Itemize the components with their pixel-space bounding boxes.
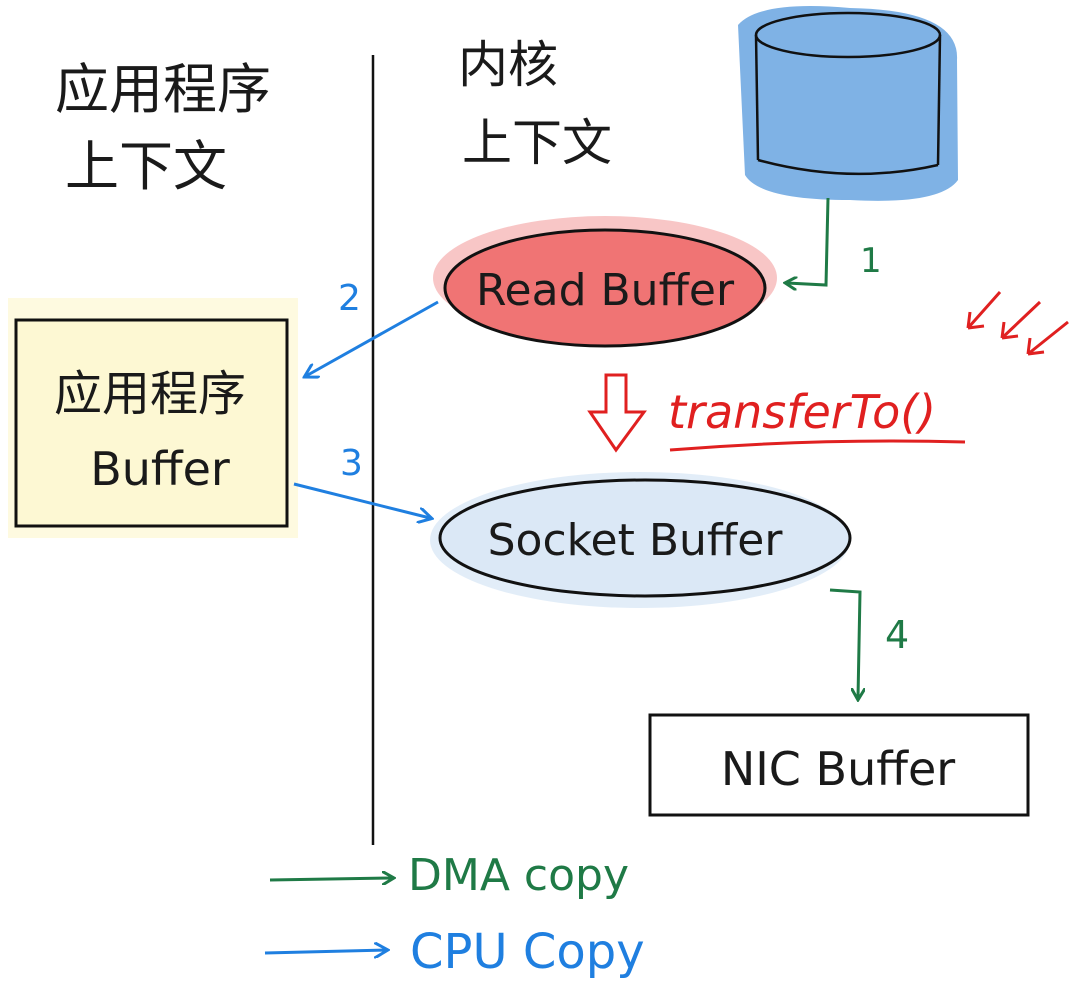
legend-dma-label: DMA copy [408, 850, 629, 901]
nic-buffer: NIC Buffer [648, 713, 1030, 817]
transfer-label: transferTo() [668, 385, 936, 439]
app-buffer-label-line2: Buffer [90, 442, 230, 496]
app-buffer: 应用程序 Buffer [8, 298, 298, 538]
nic-buffer-label: NIC Buffer [721, 742, 955, 796]
legend-dma-arrow [269, 878, 392, 880]
legend-cpu-label: CPU Copy [410, 924, 645, 980]
transfer-down-arrow [587, 373, 647, 453]
kernel-context-title-line2: 上下文 [462, 114, 612, 172]
disk-icon [738, 6, 958, 201]
attention-marks [966, 291, 1069, 356]
dma-arrow-step4 [829, 588, 860, 698]
app-buffer-label-line1: 应用程序 [54, 366, 246, 422]
step4-label: 4 [885, 613, 909, 657]
step1-label: 1 [860, 241, 882, 281]
dma-arrow-step1 [787, 197, 830, 285]
kernel-context-title-line1: 内核 [458, 36, 558, 94]
step2-label: 2 [338, 278, 361, 319]
cpu-arrow-step3 [293, 482, 430, 518]
read-buffer-label: Read Buffer [476, 265, 735, 316]
legend-cpu-arrow [264, 950, 386, 953]
app-context-title-line1: 应用程序 [55, 58, 271, 121]
app-context-title-line2: 上下文 [65, 135, 227, 198]
socket-buffer: Socket Buffer [430, 472, 852, 608]
step3-label: 3 [340, 443, 363, 484]
diagram-canvas: 应用程序 上下文 内核 上下文 1 Read Buffer 2 应用程序 Buf… [8, 6, 1069, 980]
socket-buffer-label: Socket Buffer [488, 515, 784, 566]
read-buffer: Read Buffer [433, 216, 777, 348]
legend: DMA copy CPU Copy [264, 850, 645, 980]
transfer-underline [669, 439, 966, 452]
